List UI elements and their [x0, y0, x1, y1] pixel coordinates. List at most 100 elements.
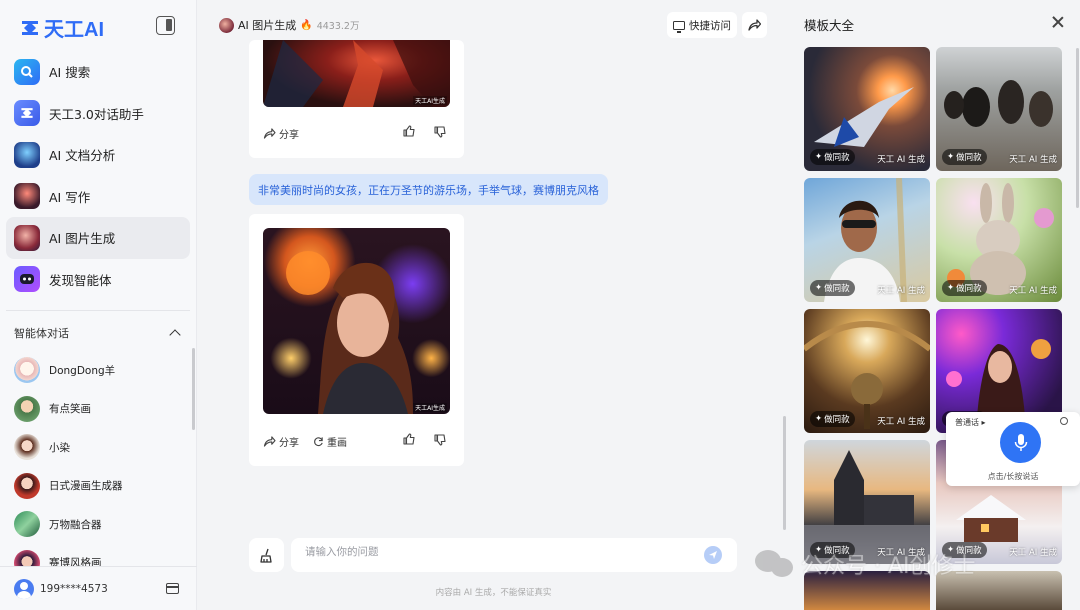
sidebar: 天工AI AI 搜索 天工3.0对话助手 AI 文档分析 AI 写作 AI 图片…	[0, 0, 197, 610]
agent-item-xiaoran[interactable]: 小染	[14, 428, 184, 467]
template-card-rabbit[interactable]: ✦ 做同款 天工 AI 生成	[936, 178, 1062, 302]
chat-title-text: AI 图片生成	[238, 19, 297, 32]
use-template-label: 做同款	[824, 153, 850, 163]
writing-icon	[14, 183, 40, 210]
image-watermark: 天工AI生成	[413, 96, 447, 105]
use-template-button[interactable]: ✦做同款	[810, 149, 855, 165]
template-card-castle[interactable]: ✦ 做同款 天工 AI 生成	[804, 440, 930, 564]
nav-item-assistant[interactable]: 天工3.0对话助手	[6, 93, 190, 135]
nav-label: AI 图片生成	[49, 231, 116, 247]
agent-item-dongdong[interactable]: DongDong羊	[14, 351, 184, 390]
refresh-icon	[314, 436, 323, 446]
template-card-library[interactable]: ✦ 做同款 天工 AI 生成	[804, 309, 930, 433]
quick-access-button[interactable]: 快捷访问	[667, 12, 737, 38]
thumbs-up-icon[interactable]	[403, 433, 415, 448]
monitor-icon	[673, 20, 685, 33]
share-action[interactable]: 分享	[263, 434, 299, 449]
sparkle-icon: ✦	[815, 152, 823, 162]
quick-access-label: 快捷访问	[689, 19, 731, 32]
chat-area: AI 图片生成 🔥 4433.2万 快捷访问 天工AI生成 分享 非常美丽时尚的…	[197, 0, 790, 610]
sparkle-icon: ✦	[947, 152, 955, 162]
nav-label: AI 写作	[49, 189, 91, 205]
bot-message-card: 天工AI生成 分享	[249, 40, 464, 158]
nav-item-doc-analysis[interactable]: AI 文档分析	[6, 134, 190, 176]
user-row[interactable]: 199****4573	[0, 566, 197, 610]
logo-row: 天工AI	[0, 0, 197, 50]
template-card-horses[interactable]: ✦ 做同款 天工 AI 生成	[936, 47, 1062, 171]
use-template-button[interactable]: ✦做同款	[810, 411, 855, 427]
generated-image[interactable]: 天工AI生成	[263, 40, 450, 107]
agent-list: DongDong羊 有点笑画 小染 日式漫画生成器 万物融合器 赛博风格画	[14, 351, 184, 566]
thumbs-up-icon[interactable]	[403, 125, 415, 140]
share-label: 分享	[279, 437, 299, 449]
app-root: 天工AI AI 搜索 天工3.0对话助手 AI 文档分析 AI 写作 AI 图片…	[0, 0, 1080, 610]
user-name: 199****4573	[40, 582, 108, 595]
tiangong-logo-icon	[22, 20, 38, 35]
share-icon	[263, 435, 276, 447]
nav-label: 天工3.0对话助手	[49, 106, 144, 122]
nav-item-ai-writing[interactable]: AI 写作	[6, 176, 190, 218]
logo-text: 天工AI	[44, 19, 104, 41]
chevron-up-icon[interactable]	[169, 329, 181, 341]
clear-chat-button[interactable]	[249, 538, 284, 572]
nav-item-ai-search[interactable]: AI 搜索	[6, 51, 190, 93]
microphone-icon	[1014, 433, 1027, 451]
share-action[interactable]: 分享	[263, 126, 299, 141]
agent-name: DongDong羊	[49, 364, 116, 377]
agent-avatar	[14, 357, 40, 384]
thumbs-down-icon[interactable]	[434, 126, 446, 141]
chat-scrollbar[interactable]	[783, 416, 786, 530]
agent-avatar	[14, 434, 40, 461]
logo[interactable]: 天工AI	[20, 13, 104, 42]
panel-scrollbar[interactable]	[1076, 48, 1079, 208]
template-watermark: 天工 AI 生成	[1009, 286, 1057, 296]
sidebar-scrollbar[interactable]	[192, 348, 195, 430]
agent-item-cyber-style[interactable]: 赛博风格画	[14, 544, 184, 566]
tiangong-assistant-icon	[14, 100, 40, 127]
send-button[interactable]	[704, 546, 722, 564]
sparkle-icon: ✦	[815, 414, 823, 424]
template-card-man[interactable]: ✦ 做同款 天工 AI 生成	[804, 178, 930, 302]
agent-name: 赛博风格画	[49, 557, 102, 566]
thumbs-down-icon[interactable]	[434, 434, 446, 449]
microphone-button[interactable]	[1000, 422, 1041, 463]
close-icon[interactable]	[1052, 16, 1064, 28]
share-icon	[748, 19, 761, 31]
search-icon	[14, 58, 40, 85]
nav-item-discover-agents[interactable]: 发现智能体	[6, 259, 190, 301]
voice-language-label: 普通话	[955, 418, 979, 427]
agents-section-header[interactable]: 智能体对话	[14, 325, 182, 341]
use-template-button[interactable]: ✦做同款	[942, 149, 987, 165]
card-icon[interactable]	[166, 583, 179, 594]
heat-count: 4433.2万	[316, 21, 360, 32]
agent-name: 有点笑画	[49, 403, 91, 416]
use-template-label: 做同款	[824, 284, 850, 294]
use-template-button[interactable]: ✦做同款	[942, 280, 987, 296]
message-actions: 分享	[263, 124, 313, 142]
sidebar-divider	[6, 310, 190, 311]
agents-section-title: 智能体对话	[14, 327, 69, 340]
agent-avatar	[14, 395, 40, 422]
voice-language-selector[interactable]: 普通话 ▸	[955, 417, 986, 428]
template-watermark: 天工 AI 生成	[1009, 155, 1057, 165]
nav-label: AI 文档分析	[49, 148, 116, 164]
share-button[interactable]	[742, 12, 767, 38]
agent-item-fusion[interactable]: 万物融合器	[14, 505, 184, 544]
agent-name: 小染	[49, 441, 70, 454]
redraw-action[interactable]: 重画	[313, 434, 347, 449]
agent-item-manga-generator[interactable]: 日式漫画生成器	[14, 467, 184, 506]
chat-input[interactable]	[305, 546, 695, 558]
nav-item-image-generation[interactable]: AI 图片生成	[6, 217, 190, 259]
settings-icon[interactable]	[1060, 417, 1068, 425]
send-icon	[709, 551, 717, 559]
share-label: 分享	[279, 129, 299, 141]
generated-image[interactable]: 天工AI生成	[263, 228, 450, 414]
template-panel: 模板大全 ✦ 做同款 天工 AI 生成 ✦ 做同款 天工 AI 生成 ✦ 做同款…	[790, 0, 1080, 610]
template-card-jet[interactable]: ✦ 做同款 天工 AI 生成	[804, 47, 930, 171]
agent-item-funny-drawing[interactable]: 有点笑画	[14, 390, 184, 429]
collapse-sidebar-button[interactable]	[156, 16, 175, 35]
use-template-button[interactable]: ✦做同款	[810, 280, 855, 296]
user-avatar	[14, 578, 34, 599]
watermark-text: 公众号 · AI创修士	[801, 554, 976, 579]
redraw-label: 重画	[327, 437, 347, 449]
